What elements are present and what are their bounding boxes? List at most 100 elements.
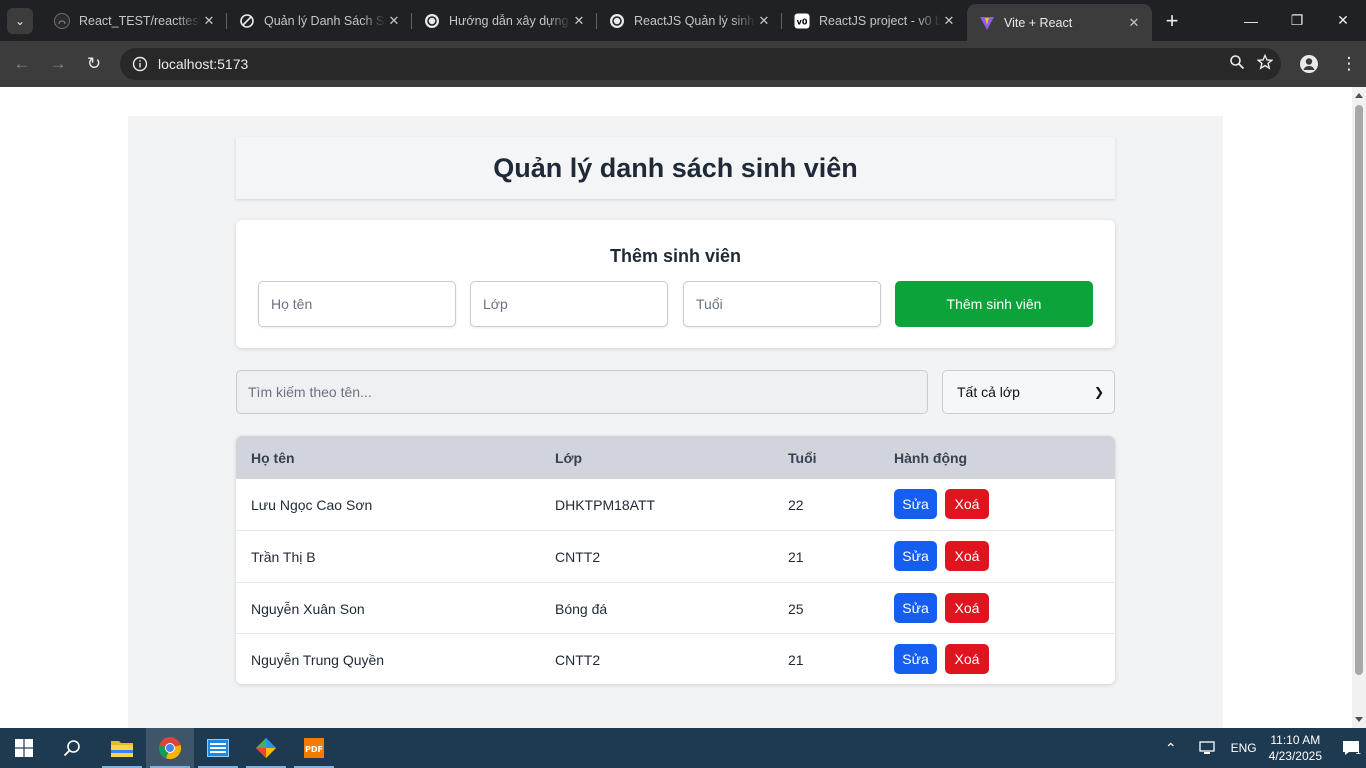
close-icon[interactable]: ✕: [1126, 15, 1142, 31]
age-input[interactable]: [683, 281, 881, 327]
cell-class: CNTT2: [555, 651, 601, 668]
profile-button[interactable]: [1291, 46, 1327, 82]
taskbar-pdf-reader[interactable]: PDF: [290, 728, 338, 768]
close-icon[interactable]: ✕: [386, 13, 402, 29]
scroll-up-icon[interactable]: [1355, 93, 1363, 98]
scrollbar-thumb[interactable]: [1355, 105, 1363, 675]
tab-title: Hướng dẫn xây dựng ứng dụng: [449, 13, 571, 28]
start-button[interactable]: [0, 728, 48, 768]
tab-search-button[interactable]: ⌄: [7, 7, 33, 34]
cell-age: 22: [788, 496, 804, 513]
address-bar[interactable]: localhost:5173: [120, 48, 1281, 80]
class-filter-value: Tất cả lớp: [957, 384, 1020, 400]
clock-date: 4/23/2025: [1268, 749, 1322, 763]
taskbar-git-tool[interactable]: [242, 728, 290, 768]
delete-button[interactable]: Xoá: [945, 593, 989, 623]
table-row: Trần Thị B CNTT2 21 Sửa Xoá: [236, 530, 1115, 581]
close-icon[interactable]: ✕: [756, 13, 772, 29]
forward-button[interactable]: →: [40, 46, 76, 82]
bookmark-star-icon[interactable]: [1256, 53, 1274, 75]
notification-button[interactable]: 1: [1336, 728, 1366, 768]
edit-button[interactable]: Sửa: [894, 593, 937, 623]
site-info-icon[interactable]: [124, 56, 156, 72]
close-icon: ✕: [1337, 12, 1349, 28]
reload-icon: ↻: [86, 54, 102, 73]
table-row: Nguyễn Xuân Son Bóng đá 25 Sửa Xoá: [236, 582, 1115, 633]
tab-title: Quản lý Danh Sách Sinh Viên: [264, 13, 386, 28]
minimize-button[interactable]: —: [1228, 0, 1274, 41]
page-header: Quản lý danh sách sinh viên: [236, 137, 1115, 199]
zoom-icon[interactable]: [1229, 54, 1245, 75]
name-input[interactable]: [258, 281, 456, 327]
network-icon[interactable]: [1198, 740, 1217, 756]
cell-age: 21: [788, 651, 804, 668]
plus-icon: +: [1165, 7, 1179, 33]
more-vertical-icon: ⋮: [1340, 54, 1358, 73]
windows-taskbar: PDF ⌃ ENG 11:10 AM 4/23/2025 1: [0, 728, 1366, 768]
search-icon: [63, 740, 80, 757]
browser-tab[interactable]: Quản lý Danh Sách Sinh Viên ✕: [227, 0, 412, 41]
edit-button[interactable]: Sửa: [894, 541, 937, 571]
table-row: Nguyễn Trung Quyền CNTT2 21 Sửa Xoá: [236, 633, 1115, 684]
pdf-icon: PDF: [304, 738, 324, 758]
svg-text:PDF: PDF: [305, 745, 323, 754]
edit-button[interactable]: Sửa: [894, 644, 937, 674]
restore-button[interactable]: ❐: [1274, 0, 1320, 41]
cell-name: Nguyễn Trung Quyền: [251, 651, 385, 668]
browser-toolbar: ← → ↻ localhost:5173 ⋮: [0, 41, 1366, 87]
new-tab-button[interactable]: +: [1156, 0, 1188, 41]
page-scrollbar[interactable]: [1352, 87, 1366, 728]
language-indicator[interactable]: ENG: [1231, 741, 1257, 755]
column-header-actions: Hành động: [894, 449, 968, 466]
browser-tab[interactable]: v0 ReactJS project - v0 by Vercel ✕: [782, 0, 967, 41]
tab-title: React_TEST/reacttest at main: [79, 13, 201, 28]
github-icon: [54, 12, 70, 29]
close-icon[interactable]: ✕: [201, 13, 217, 29]
clock-time: 11:10 AM: [1270, 733, 1321, 747]
windows-logo-icon: [15, 739, 33, 757]
chevron-down-icon: ❯: [1093, 385, 1104, 399]
window-app-icon: [207, 739, 229, 757]
class-filter-select[interactable]: Tất cả lớp ❯: [942, 370, 1115, 414]
app-container: Quản lý danh sách sinh viên Thêm sinh vi…: [128, 116, 1223, 728]
taskbar-file-explorer[interactable]: [98, 728, 146, 768]
profile-icon: [1300, 55, 1318, 73]
clock[interactable]: 11:10 AM 4/23/2025: [1269, 732, 1322, 764]
arrow-right-icon: →: [49, 54, 67, 73]
column-header-age: Tuổi: [788, 449, 817, 466]
edit-button[interactable]: Sửa: [894, 489, 937, 519]
chatgpt-icon: [609, 13, 625, 29]
browser-tab[interactable]: ReactJS Quản lý sinh viên ✕: [597, 0, 782, 41]
browser-tab[interactable]: React_TEST/reacttest at main ✕: [42, 0, 227, 41]
add-student-button[interactable]: Thêm sinh viên: [895, 281, 1093, 327]
back-button[interactable]: ←: [4, 46, 40, 82]
scroll-down-icon[interactable]: [1355, 717, 1363, 722]
delete-button[interactable]: Xoá: [945, 489, 989, 519]
close-window-button[interactable]: ✕: [1320, 0, 1366, 41]
slash-icon: [239, 13, 255, 29]
restore-icon: ❐: [1290, 12, 1304, 28]
taskbar-chrome[interactable]: [146, 728, 194, 768]
close-icon[interactable]: ✕: [571, 13, 587, 29]
search-input[interactable]: [236, 370, 928, 414]
cell-name: Lưu Ngọc Cao Sơn: [251, 496, 373, 513]
chevron-down-icon: ⌄: [14, 13, 26, 28]
cell-age: 21: [788, 548, 804, 565]
delete-button[interactable]: Xoá: [945, 541, 989, 571]
search-button[interactable]: [48, 728, 96, 768]
close-icon[interactable]: ✕: [941, 13, 957, 29]
chatgpt-icon: [424, 13, 440, 29]
diamond-app-icon: [256, 738, 276, 758]
taskbar-app-window[interactable]: [194, 728, 242, 768]
browser-tab[interactable]: Hướng dẫn xây dựng ứng dụng ✕: [412, 0, 597, 41]
menu-button[interactable]: ⋮: [1331, 46, 1366, 82]
browser-tab-active[interactable]: Vite + React ✕: [967, 4, 1152, 41]
tab-title: ReactJS project - v0 by Vercel: [819, 13, 941, 28]
class-input[interactable]: [470, 281, 668, 327]
reload-button[interactable]: ↻: [76, 46, 112, 82]
cell-name: Nguyễn Xuân Son: [251, 600, 365, 617]
delete-button[interactable]: Xoá: [945, 644, 989, 674]
minimize-icon: —: [1244, 12, 1258, 29]
url-text: localhost:5173: [158, 56, 249, 72]
chevron-up-icon[interactable]: ⌃: [1165, 740, 1177, 757]
